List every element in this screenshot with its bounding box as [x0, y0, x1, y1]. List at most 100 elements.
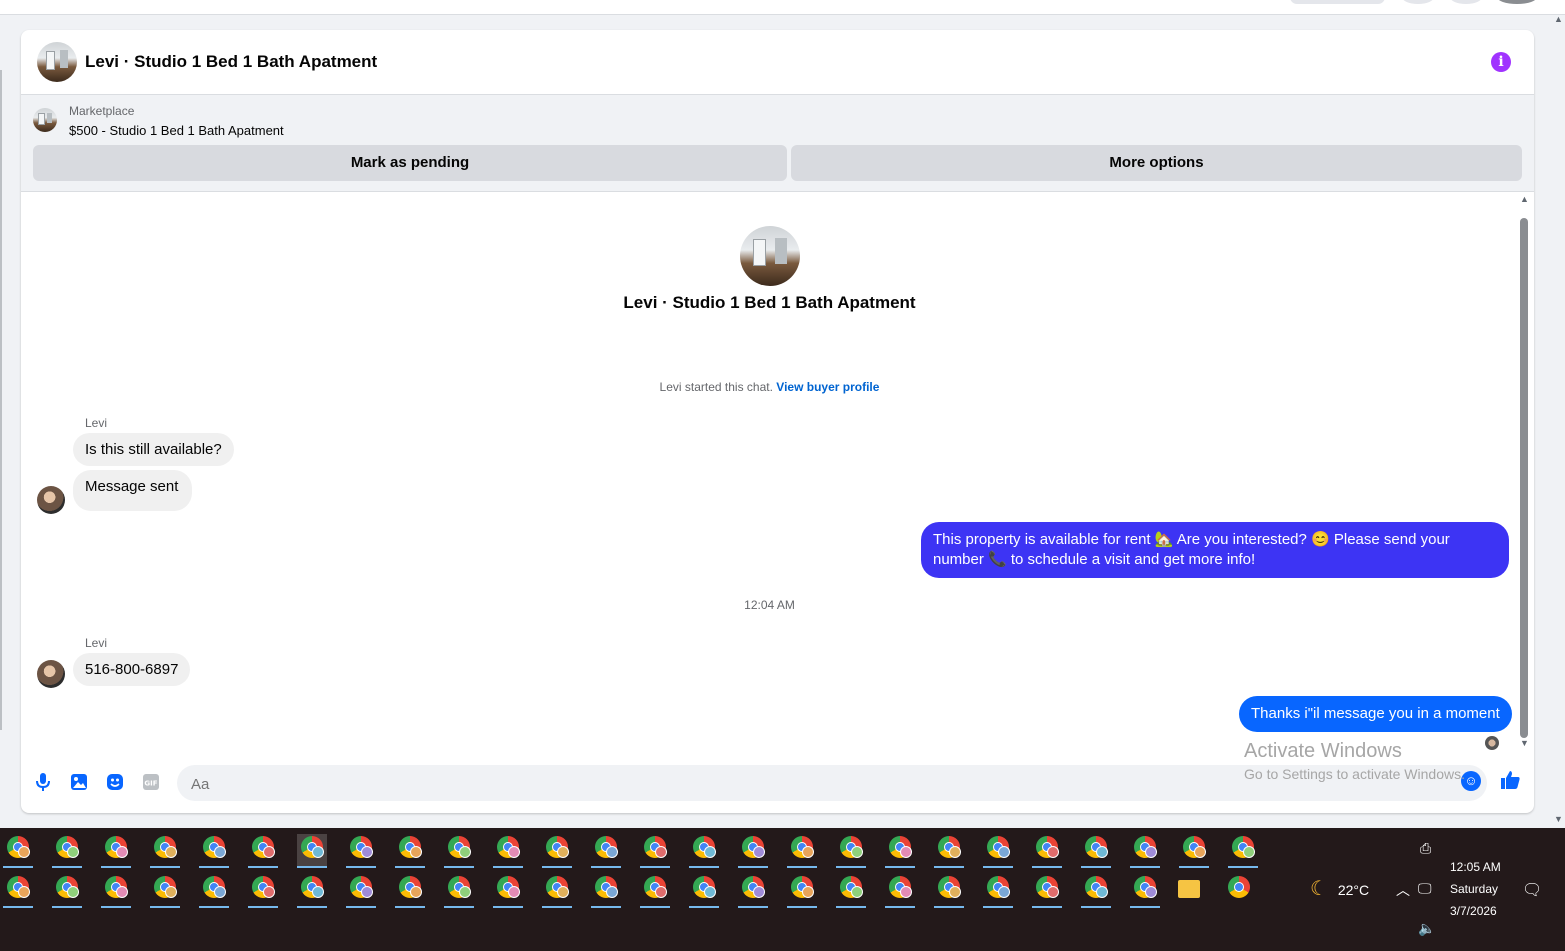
chrome-taskbar-app[interactable] — [591, 834, 621, 868]
volume-icon[interactable]: 🔈 — [1418, 920, 1435, 937]
file-explorer-icon[interactable] — [1178, 880, 1200, 898]
chrome-taskbar-app[interactable] — [836, 874, 866, 908]
chrome-taskbar-app[interactable] — [885, 834, 915, 868]
chrome-taskbar-app[interactable] — [836, 834, 866, 868]
mark-as-pending-button[interactable]: Mark as pending — [33, 145, 787, 181]
chrome-taskbar-app[interactable] — [395, 834, 425, 868]
chrome-taskbar-app[interactable] — [1032, 874, 1062, 908]
chrome-taskbar-app[interactable] — [493, 834, 523, 868]
clock-date[interactable]: 3/7/2026 — [1450, 904, 1497, 918]
chrome-taskbar-app[interactable] — [591, 874, 621, 908]
chrome-taskbar-app[interactable] — [199, 874, 229, 908]
conversation-avatar[interactable] — [740, 226, 800, 286]
chrome-taskbar-app[interactable] — [689, 834, 719, 868]
listing-thumbnail[interactable] — [33, 108, 57, 132]
chrome-taskbar-app[interactable] — [787, 834, 817, 868]
chrome-taskbar-app[interactable] — [444, 834, 474, 868]
page-scroll-up-icon[interactable]: ▲ — [1554, 14, 1563, 24]
chrome-taskbar-app[interactable] — [1130, 834, 1160, 868]
chrome-taskbar-app[interactable] — [444, 874, 474, 908]
profile-badge-icon — [361, 846, 373, 858]
running-indicator — [542, 866, 572, 868]
sticker-icon[interactable] — [104, 773, 126, 795]
message-bubble-incoming[interactable]: Is this still available? — [73, 433, 234, 466]
chrome-taskbar-app[interactable] — [248, 834, 278, 868]
chrome-taskbar-app[interactable] — [297, 874, 327, 908]
scroll-down-arrow-icon[interactable]: ▼ — [1520, 738, 1529, 748]
chrome-taskbar-app[interactable] — [787, 874, 817, 908]
running-indicator — [297, 906, 327, 908]
chrome-taskbar-app[interactable] — [52, 834, 82, 868]
message-bubble-outgoing[interactable]: This property is available for rent 🏡 Ar… — [921, 522, 1509, 578]
meet-now-icon[interactable]: ⎙ — [1420, 840, 1431, 857]
message-bubble-incoming[interactable]: 516-800-6897 — [73, 653, 191, 686]
running-indicator — [836, 866, 866, 868]
chrome-taskbar-app[interactable] — [150, 834, 180, 868]
thumbs-up-icon[interactable] — [1499, 769, 1521, 797]
chrome-taskbar-app[interactable] — [248, 874, 278, 908]
chrome-taskbar-app[interactable] — [640, 834, 670, 868]
microphone-icon[interactable] — [32, 773, 54, 795]
chrome-taskbar-app[interactable] — [346, 834, 376, 868]
info-icon[interactable]: i — [1491, 52, 1511, 72]
gif-icon[interactable]: GIF — [140, 773, 162, 795]
chrome-taskbar-app[interactable] — [885, 874, 915, 908]
levi-avatar[interactable] — [37, 486, 65, 514]
chrome-taskbar-app[interactable] — [297, 834, 327, 868]
network-icon[interactable]: 🖵 — [1418, 880, 1432, 897]
chrome-taskbar-app[interactable] — [1228, 834, 1258, 868]
chat-header-title[interactable]: Levi · Studio 1 Bed 1 Bath Apatment — [85, 52, 377, 72]
top-menu-button[interactable] — [1402, 0, 1434, 4]
chrome-taskbar-app[interactable] — [3, 874, 33, 908]
profile-badge-icon — [802, 846, 814, 858]
chrome-taskbar-app[interactable] — [738, 834, 768, 868]
chrome-taskbar-app[interactable] — [395, 874, 425, 908]
listing-avatar[interactable] — [37, 42, 77, 82]
chrome-taskbar-app[interactable] — [934, 874, 964, 908]
chrome-taskbar-app[interactable] — [542, 874, 572, 908]
page-scroll-down-icon[interactable]: ▼ — [1554, 814, 1563, 824]
top-search-pill[interactable] — [1290, 0, 1385, 4]
chrome-taskbar-app[interactable] — [493, 874, 523, 908]
show-hidden-icons-chevron-icon[interactable]: ︿ — [1396, 880, 1410, 900]
chrome-taskbar-app[interactable] — [150, 874, 180, 908]
chrome-taskbar-app[interactable] — [1224, 874, 1254, 908]
message-bubble-incoming[interactable]: Message sent — [73, 470, 193, 511]
page-scrollbar[interactable]: ▲ ▼ — [1551, 14, 1565, 828]
chrome-taskbar-app[interactable] — [101, 834, 131, 868]
chrome-taskbar-app[interactable] — [1032, 834, 1062, 868]
chrome-taskbar-app[interactable] — [1179, 834, 1209, 868]
chrome-taskbar-app[interactable] — [738, 874, 768, 908]
chrome-taskbar-app[interactable] — [3, 834, 33, 868]
chrome-taskbar-app[interactable] — [934, 834, 964, 868]
weather-widget[interactable]: ☾ 22°C — [1310, 876, 1369, 901]
chrome-taskbar-app[interactable] — [101, 874, 131, 908]
chrome-taskbar-app[interactable] — [689, 874, 719, 908]
profile-badge-icon — [459, 886, 471, 898]
chrome-taskbar-app[interactable] — [640, 874, 670, 908]
top-account-avatar[interactable] — [1497, 0, 1537, 4]
listing-title[interactable]: $500 - Studio 1 Bed 1 Bath Apatment — [69, 123, 284, 138]
message-bubble-outgoing[interactable]: Thanks i"il message you in a moment — [1239, 696, 1512, 732]
chrome-taskbar-app[interactable] — [199, 834, 229, 868]
chrome-taskbar-app[interactable] — [983, 834, 1013, 868]
chrome-taskbar-app[interactable] — [542, 834, 572, 868]
levi-avatar[interactable] — [37, 660, 65, 688]
photo-icon[interactable] — [68, 773, 90, 795]
chrome-taskbar-app[interactable] — [52, 874, 82, 908]
chrome-taskbar-app[interactable] — [1081, 834, 1111, 868]
clock-day[interactable]: Saturday — [1450, 882, 1498, 896]
chrome-taskbar-app[interactable] — [983, 874, 1013, 908]
message-scrollbar-thumb[interactable] — [1520, 218, 1528, 738]
scroll-up-arrow-icon[interactable]: ▲ — [1520, 194, 1529, 204]
chrome-taskbar-app[interactable] — [346, 874, 376, 908]
top-messenger-button[interactable] — [1450, 0, 1482, 4]
view-buyer-profile-link[interactable]: View buyer profile — [776, 380, 879, 394]
more-options-button[interactable]: More options — [791, 145, 1522, 181]
notification-center-icon[interactable]: 🗨 — [1522, 880, 1542, 900]
chrome-taskbar-app[interactable] — [1130, 874, 1160, 908]
clock-time[interactable]: 12:05 AM — [1450, 860, 1501, 874]
chrome-taskbar-app[interactable] — [1081, 874, 1111, 908]
message-scrollbar[interactable]: ▲ ▼ — [1519, 194, 1529, 752]
running-indicator — [591, 866, 621, 868]
